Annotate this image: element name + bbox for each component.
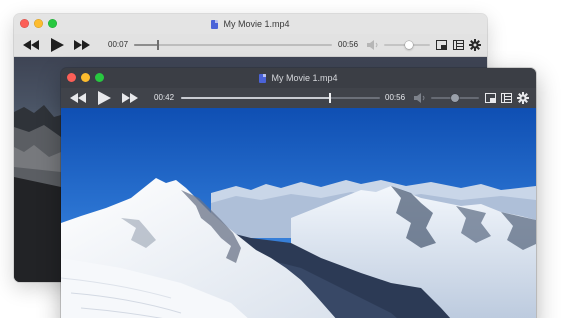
video-file-icon	[211, 19, 219, 29]
volume-knob[interactable]	[451, 94, 459, 102]
fast-forward-icon[interactable]	[122, 93, 139, 103]
titlebar[interactable]: My Movie 1.mp4	[14, 14, 487, 34]
current-time: 00:07	[108, 40, 129, 49]
video-file-icon	[259, 73, 267, 83]
seek-bar-played	[181, 97, 330, 99]
play-icon[interactable]	[98, 91, 111, 105]
volume-slider[interactable]	[431, 94, 479, 102]
window-title-text: My Movie 1.mp4	[223, 19, 290, 29]
speaker-icon[interactable]	[367, 40, 379, 50]
play-icon[interactable]	[51, 38, 64, 52]
current-time: 00:42	[154, 93, 175, 102]
seek-bar[interactable]	[134, 40, 332, 50]
window-title: My Movie 1.mp4	[61, 68, 536, 88]
stage: My Movie 1.mp4 00:07 00:56 My Movie 1.mp…	[0, 0, 576, 318]
volume-knob[interactable]	[405, 41, 413, 49]
player-window-front[interactable]: My Movie 1.mp4 00:42 00:56	[61, 68, 536, 318]
window-title-text: My Movie 1.mp4	[271, 73, 338, 83]
fast-forward-icon[interactable]	[74, 40, 91, 50]
seek-bar-playhead[interactable]	[157, 40, 159, 50]
control-bar: 00:42 00:56	[61, 88, 536, 108]
titlebar[interactable]: My Movie 1.mp4	[61, 68, 536, 88]
volume-slider[interactable]	[384, 41, 430, 49]
pip-icon[interactable]	[485, 93, 496, 103]
speaker-icon[interactable]	[414, 93, 426, 103]
gear-icon[interactable]	[469, 39, 481, 51]
rewind-icon[interactable]	[70, 93, 87, 103]
playlist-icon[interactable]	[453, 40, 464, 50]
pip-icon[interactable]	[436, 40, 447, 50]
gear-icon[interactable]	[517, 92, 529, 104]
video-frame[interactable]	[61, 108, 536, 318]
seek-bar-playhead[interactable]	[329, 93, 331, 103]
window-title: My Movie 1.mp4	[14, 14, 487, 34]
playlist-icon[interactable]	[501, 93, 512, 103]
total-time: 00:56	[338, 40, 359, 49]
seek-bar-played	[134, 44, 158, 46]
rewind-icon[interactable]	[23, 40, 40, 50]
seek-bar[interactable]	[181, 93, 380, 103]
control-bar: 00:07 00:56	[14, 34, 487, 57]
total-time: 00:56	[385, 93, 406, 102]
video-image	[61, 108, 536, 318]
